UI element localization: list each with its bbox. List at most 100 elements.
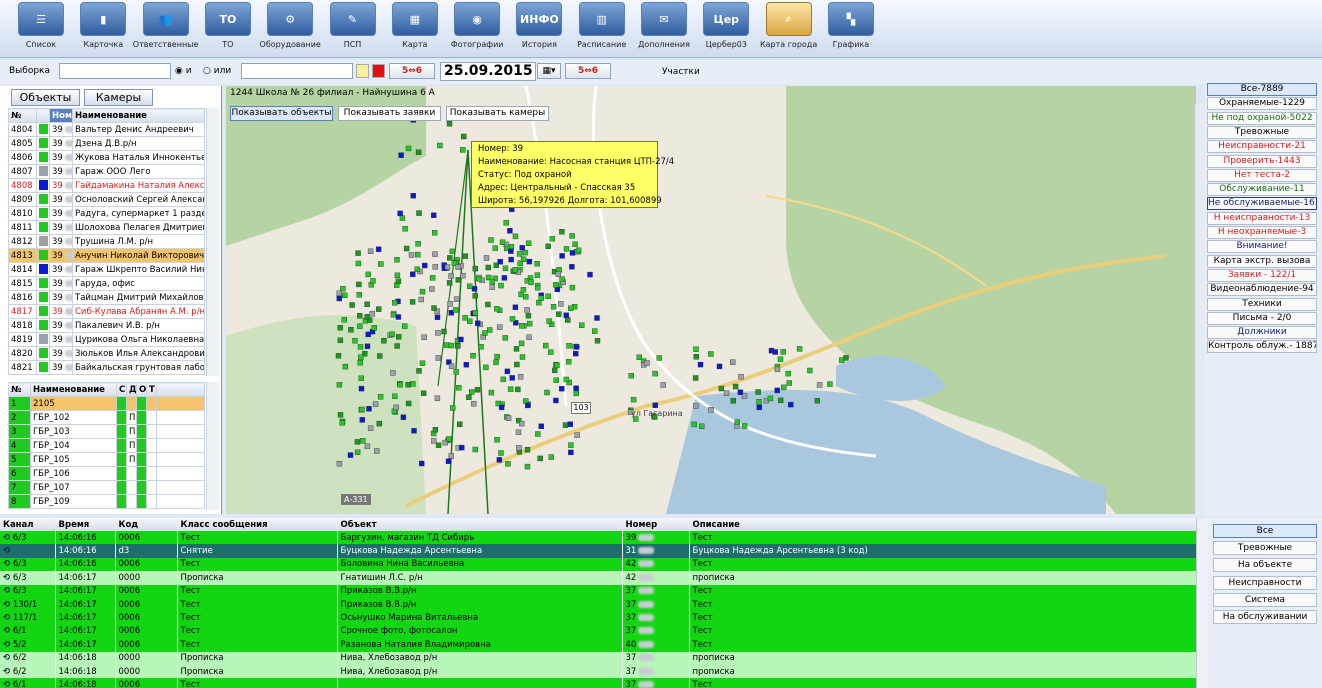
selection-input[interactable]: [59, 63, 171, 79]
col-num[interactable]: №: [8, 108, 37, 123]
crews-scrollbar[interactable]: [206, 382, 219, 510]
swap-button-right[interactable]: 5⇔6: [565, 63, 611, 79]
event-row[interactable]: ⟲ 6/1 14:06:17 0006 Тест Срочное фото, фотос…: [0, 624, 1196, 639]
filter-button-12[interactable]: Карта экстр. вызова: [1207, 254, 1317, 268]
col-description[interactable]: Описание: [689, 518, 1196, 531]
filter-button-10[interactable]: Н неохраняемые-3: [1207, 226, 1317, 239]
event-row[interactable]: ⟲ 14:06:16 d3 Снятие Буцкова Надежда Арсент…: [0, 544, 1196, 558]
tab-cameras[interactable]: Камеры: [84, 89, 153, 106]
object-row[interactable]: 4805 39 Дзена Д.В.р/н: [8, 136, 205, 151]
col-t[interactable]: Т: [146, 382, 157, 397]
filter-button-14[interactable]: Видеонаблюдение-94: [1207, 283, 1317, 297]
object-row[interactable]: 4808 39Гайдамакина Наталия Алексеевна: [8, 178, 205, 193]
swap-button-left[interactable]: 5⇔6: [389, 63, 435, 79]
object-row[interactable]: 4819 39 Цурикова Ольга Николаевна: [8, 332, 205, 347]
filter-button-9[interactable]: Н неисправности-13: [1207, 211, 1317, 225]
and-radio[interactable]: ◉ и: [175, 63, 192, 79]
event-filter-button-0[interactable]: Все: [1213, 524, 1317, 538]
filter-button-2[interactable]: Не под охраной-5022: [1207, 111, 1317, 125]
crew-row[interactable]: 4 ГБР_104 П: [8, 438, 205, 453]
toolbar-button-6[interactable]: ▦ Карта: [382, 2, 448, 54]
toolbar-button-8[interactable]: ИНФО История: [506, 2, 572, 54]
event-row[interactable]: ⟲ 6/2 14:06:18 0000 Прописка Нива, Хлебозаво…: [0, 664, 1196, 679]
event-row[interactable]: ⟲ 130/1 14:06:17 0006 Тест Приказов В.В.р/н 3…: [0, 597, 1196, 612]
toolbar-button-4[interactable]: ⚙ Оборудование: [257, 2, 323, 54]
toolbar-button-12[interactable]: ⌕ Карта города: [756, 2, 822, 54]
col-object[interactable]: Объект: [337, 518, 623, 531]
crew-row[interactable]: 3 ГБР_103 П: [8, 424, 205, 439]
col-code[interactable]: Код: [115, 518, 178, 531]
show-cameras-button[interactable]: Показывать камеры: [446, 106, 549, 121]
event-row[interactable]: ⟲ 6/1 14:06:18 0006 Тест 37 Тест: [0, 678, 1196, 688]
col-time[interactable]: Время: [55, 518, 116, 531]
event-row[interactable]: ⟲ 117/1 14:06:17 0006 Тест Осьнушко Марина В…: [0, 611, 1196, 625]
red-color-swatch[interactable]: [372, 64, 385, 78]
event-row[interactable]: ⟲ 6/3 14:06:17 0006 Тест Приказов В.В.р/н 37 Т…: [0, 584, 1196, 598]
event-filter-button-2[interactable]: На объекте: [1213, 558, 1317, 573]
filter-button-1[interactable]: Охраняемые-1229: [1207, 97, 1317, 111]
event-row[interactable]: ⟲ 5/2 14:06:17 0006 Тест Разанова Наталия Вл…: [0, 638, 1196, 652]
toolbar-button-13[interactable]: ▚ Графика: [818, 2, 884, 54]
crew-row[interactable]: 7 ГБР_107: [8, 480, 205, 495]
events-scrollbar[interactable]: [1196, 518, 1208, 688]
toolbar-button-5[interactable]: ✎ ПСП: [320, 2, 386, 54]
filter-button-11[interactable]: Внимание!: [1207, 240, 1317, 254]
toolbar-button-10[interactable]: ✉ Дополнения: [631, 2, 697, 54]
filter-button-0[interactable]: Все-7889: [1207, 83, 1317, 96]
col-c[interactable]: С: [116, 382, 127, 397]
filter-button-15[interactable]: Техники: [1207, 297, 1317, 311]
event-row[interactable]: ⟲ 6/2 14:06:18 0000 Прописка Нива, Хлебозаво…: [0, 651, 1196, 665]
event-filter-button-4[interactable]: Система: [1213, 592, 1317, 607]
date-input[interactable]: 25.09.2015: [440, 62, 536, 81]
col-crew-num[interactable]: №: [8, 382, 31, 397]
event-filter-button-5[interactable]: На обслуживании: [1213, 610, 1317, 624]
filter-button-13[interactable]: Заявки - 122/1: [1207, 268, 1317, 282]
object-row[interactable]: 4818 39 Пакалевич И.В. р/н: [8, 318, 205, 333]
col-number[interactable]: Номер: [49, 108, 73, 123]
or-radio[interactable]: ○ или: [203, 63, 231, 79]
col-class[interactable]: Класс сообщения: [177, 518, 338, 531]
col-o[interactable]: О: [136, 382, 147, 397]
object-row[interactable]: 4813 39 Анучин Николай Викторович: [8, 248, 205, 263]
col-d[interactable]: Д: [126, 382, 137, 397]
object-row[interactable]: 4817 39 Сиб-Кулава Абранян А.М. р/н: [8, 304, 205, 319]
object-row[interactable]: 4810 39 Радуга, супермаркет 1 раздел: [8, 206, 205, 221]
crew-row[interactable]: 8 ГБР_109: [8, 494, 205, 509]
object-row[interactable]: 4807 39 Гараж ООО Лего: [8, 164, 205, 179]
toolbar-button-2[interactable]: 👥 Ответственные: [133, 2, 199, 54]
event-row[interactable]: ⟲ 6/3 14:06:16 0006 Тест Боловина Нина Васил…: [0, 557, 1196, 572]
object-row[interactable]: 4814 39Гараж Шкрепто Василий Николаевич: [8, 262, 205, 277]
toolbar-button-11[interactable]: Цер Цербер03: [693, 2, 759, 54]
filter-button-7[interactable]: Обслуживание-11: [1207, 183, 1317, 197]
show-requests-button[interactable]: Показывать заявки: [338, 106, 441, 121]
crew-row[interactable]: 1 2105: [8, 396, 205, 411]
calendar-dropdown-button[interactable]: ▦▾: [537, 63, 561, 79]
object-row[interactable]: 4811 39 Шолохова Пелагея Дмитриевна: [8, 220, 205, 235]
object-row[interactable]: 4815 39 Гаруда, офис: [8, 276, 205, 291]
filter-button-6[interactable]: Нет теста-2: [1207, 168, 1317, 182]
event-row[interactable]: ⟲ 6/3 14:06:17 0000 Прописка Гнатишин Л.С. р…: [0, 571, 1196, 585]
object-row[interactable]: 4812 39 Трушина Л.М. р/н: [8, 234, 205, 249]
event-filter-button-1[interactable]: Тревожные: [1213, 541, 1317, 556]
event-row[interactable]: ⟲ 6/3 14:06:16 0006 Тест Баргузин, магазин Т…: [0, 531, 1196, 545]
yellow-color-swatch[interactable]: [356, 64, 369, 78]
crew-row[interactable]: 2 ГБР_102 П: [8, 410, 205, 425]
toolbar-button-3[interactable]: ТО ТО: [195, 2, 261, 54]
col-channel[interactable]: Канал: [0, 518, 56, 531]
city-map[interactable]: 103 А-331 ул Гагарина Номер: 39 Наименов…: [226, 86, 1196, 514]
object-row[interactable]: 4804 39 Вальтер Денис Андреевич: [8, 122, 205, 137]
filter-button-18[interactable]: Контроль облуж.- 18876: [1207, 340, 1317, 354]
object-row[interactable]: 4820 39 Зюльков Илья Александрович: [8, 346, 205, 361]
toolbar-button-1[interactable]: ▮ Карточка: [70, 2, 136, 54]
filter-button-3[interactable]: Тревожные: [1207, 125, 1317, 139]
crew-row[interactable]: 6 ГБР_106: [8, 466, 205, 481]
filter-button-5[interactable]: Проверить-1443: [1207, 154, 1317, 168]
toolbar-button-0[interactable]: ☰ Список: [8, 2, 74, 54]
filter-button-8[interactable]: Не обслуживаемые-1638: [1207, 197, 1317, 211]
toolbar-button-9[interactable]: ▥ Расписание: [569, 2, 635, 54]
col-crew-name[interactable]: Наименование: [30, 382, 117, 397]
crew-row[interactable]: 5 ГБР_105 П: [8, 452, 205, 467]
show-objects-button[interactable]: Показывать объекты: [230, 106, 333, 121]
objects-scrollbar[interactable]: [206, 108, 219, 376]
selection-input-2[interactable]: [241, 63, 353, 79]
